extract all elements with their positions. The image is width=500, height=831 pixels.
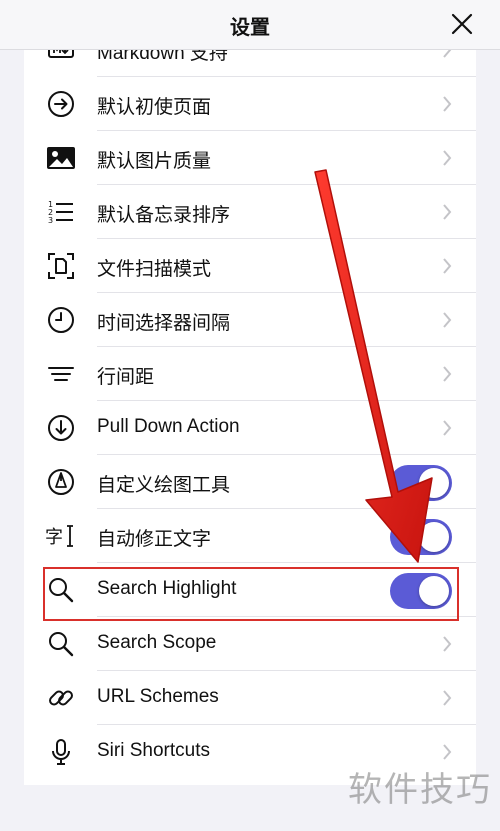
chevron-right-icon: [443, 50, 452, 58]
clock-icon: [48, 307, 74, 333]
row-label: 自定义绘图工具: [97, 475, 231, 496]
pen-tip-icon: [48, 469, 74, 495]
arrow-circle-right-icon: [48, 91, 74, 117]
settings-row-default-start-page[interactable]: 默认初使页面: [24, 77, 476, 131]
settings-list: Markdown 支持 默认初使页面 默认图片质量 1 2 3 默认备忘录排序 …: [24, 50, 476, 785]
text-cursor-icon: 字: [46, 525, 73, 548]
svg-text:3: 3: [48, 216, 53, 225]
arrow-circle-down-icon: [48, 415, 74, 441]
chevron-right-icon: [443, 204, 452, 220]
row-label: Siri Shortcuts: [97, 740, 210, 761]
document-scan-icon: [48, 253, 74, 279]
toggle-knob: [419, 468, 449, 498]
settings-row-markdown[interactable]: Markdown 支持: [24, 50, 476, 77]
row-label: URL Schemes: [97, 686, 219, 707]
settings-row-autocorrect: 字 自动修正文字: [24, 509, 476, 563]
numbered-list-icon: 1 2 3: [48, 200, 73, 225]
row-label: 时间选择器间隔: [97, 313, 231, 334]
chevron-right-icon: [443, 258, 452, 274]
settings-row-memo-sort[interactable]: 1 2 3 默认备忘录排序: [24, 185, 476, 239]
markdown-icon: [48, 50, 74, 58]
settings-row-time-picker-interval[interactable]: 时间选择器间隔: [24, 293, 476, 347]
page-title: 设置: [230, 17, 270, 39]
chevron-right-icon: [443, 636, 452, 652]
toggle-knob: [419, 522, 449, 552]
row-label: 默认初使页面: [97, 97, 212, 118]
settings-row-url-schemes[interactable]: URL Schemes: [24, 671, 476, 725]
row-label: Pull Down Action: [97, 416, 240, 437]
settings-row-line-spacing[interactable]: 行间距: [24, 347, 476, 401]
image-icon: [47, 147, 75, 169]
line-spacing-icon: [48, 367, 74, 381]
chevron-right-icon: [443, 150, 452, 166]
chevron-right-icon: [443, 96, 452, 112]
close-icon[interactable]: [450, 12, 474, 36]
settings-row-custom-drawing-tools: 自定义绘图工具: [24, 455, 476, 509]
row-label: 文件扫描模式: [97, 259, 212, 280]
chevron-right-icon: [443, 312, 452, 328]
highlight-annotation-box: [43, 567, 459, 621]
settings-row-search-scope[interactable]: Search Scope: [24, 617, 476, 671]
settings-row-scan-mode[interactable]: 文件扫描模式: [24, 239, 476, 293]
row-label: Markdown 支持: [97, 50, 228, 64]
chevron-right-icon: [443, 366, 452, 382]
row-label: 自动修正文字: [97, 529, 212, 550]
chevron-right-icon: [443, 690, 452, 706]
chevron-right-icon: [443, 420, 452, 436]
row-label: 行间距: [97, 367, 155, 388]
header-bar: 设置: [0, 0, 500, 50]
settings-row-pull-down-action[interactable]: Pull Down Action: [24, 401, 476, 455]
row-label: 默认备忘录排序: [97, 205, 231, 226]
watermark-text: 软件技巧: [348, 770, 492, 810]
row-label: 默认图片质量: [97, 151, 212, 172]
svg-text:字: 字: [46, 527, 63, 548]
row-label: Search Scope: [97, 632, 217, 653]
custom-drawing-tools-toggle[interactable]: [390, 465, 452, 501]
link-icon: [49, 690, 73, 706]
chevron-right-icon: [443, 744, 452, 760]
settings-row-image-quality[interactable]: 默认图片质量: [24, 131, 476, 185]
search-icon: [49, 632, 74, 657]
autocorrect-toggle[interactable]: [390, 519, 452, 555]
microphone-icon: [52, 739, 70, 765]
